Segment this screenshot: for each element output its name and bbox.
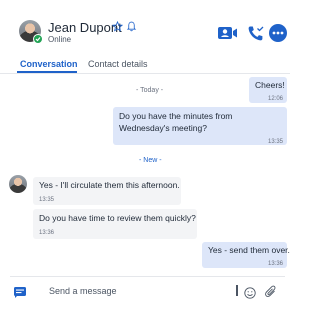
more-options-button[interactable] [269, 24, 287, 42]
new-messages-divider: - New - [139, 157, 162, 164]
conversation-tabs: Conversation Contact details [0, 52, 290, 74]
message-text: Yes - send them over. [208, 245, 290, 255]
conversation-header: Jean Dupont Online [0, 0, 290, 52]
bell-icon[interactable] [126, 20, 137, 32]
message-time: 13:35 [267, 139, 283, 145]
message-incoming[interactable]: Yes - I'll circulate them this afternoon… [33, 177, 181, 205]
phone-call-icon [248, 26, 263, 40]
message-text: Do you have the minutes from Wednesday's… [119, 111, 233, 133]
message-outgoing[interactable]: Do you have the minutes from Wednesday's… [113, 107, 287, 145]
message-time: 13:36 [39, 230, 55, 236]
attachment-icon[interactable] [265, 285, 277, 299]
message-incoming[interactable]: Do you have time to review them quickly?… [33, 209, 197, 239]
message-time: 12:06 [267, 96, 283, 102]
tab-contact-details[interactable]: Contact details [88, 59, 148, 69]
message-text: Do you have time to review them quickly? [39, 213, 196, 223]
message-time: 13:36 [267, 261, 283, 267]
sender-avatar[interactable] [9, 175, 27, 193]
contact-name: Jean Dupont [48, 20, 122, 35]
phone-call-button[interactable] [246, 24, 264, 42]
emoji-icon[interactable] [244, 287, 256, 299]
message-time: 13:35 [39, 197, 55, 203]
video-call-button[interactable] [218, 24, 238, 42]
date-divider-today: - Today - [136, 87, 164, 94]
chat-icon[interactable] [14, 287, 26, 298]
message-outgoing[interactable]: Yes - send them over. 13:36 [202, 242, 290, 268]
message-input[interactable] [49, 284, 219, 298]
contact-status: Online [48, 35, 72, 44]
more-options-icon [272, 31, 284, 35]
message-text: Yes - I'll circulate them this afternoon… [39, 180, 180, 190]
presence-online-icon [33, 34, 43, 44]
message-text: Cheers! [255, 80, 285, 90]
message-outgoing[interactable]: Cheers! 12:06 [249, 77, 287, 103]
text-cursor-indicator [236, 285, 238, 296]
active-tab-indicator [17, 71, 77, 73]
video-call-icon [218, 27, 237, 39]
star-icon[interactable] [112, 21, 123, 32]
tab-conversation[interactable]: Conversation [20, 59, 78, 69]
